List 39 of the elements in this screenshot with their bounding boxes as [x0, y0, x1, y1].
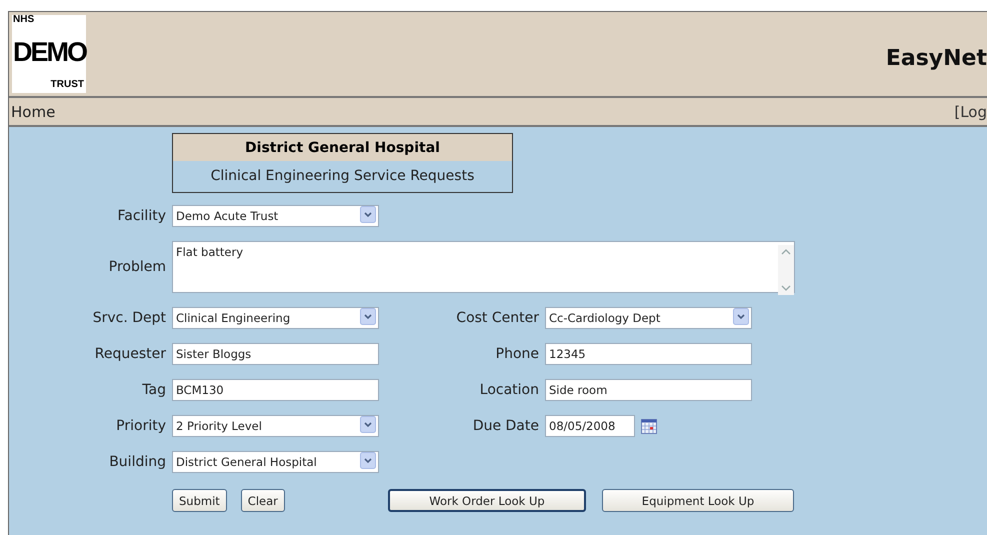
field-label: Problem: [108, 259, 166, 275]
hospital-name: District General Hospital: [173, 134, 512, 161]
home-link[interactable]: Home: [9, 102, 56, 120]
field-label: Due Date: [472, 418, 539, 434]
chevron-down-icon: [360, 308, 376, 328]
field-label: Location: [478, 382, 539, 398]
dropdown-field[interactable]: District General Hospital: [172, 451, 379, 473]
dropdown-field[interactable]: Clinical Engineering: [172, 307, 379, 329]
field-label: Phone: [494, 346, 539, 362]
form-subtitle: Clinical Engineering Service Requests: [210, 167, 476, 186]
field-label: Srvc. Dept: [92, 310, 166, 326]
field-label: Requester: [94, 346, 166, 362]
button[interactable]: Clear: [240, 489, 285, 512]
field-label: Priority: [115, 418, 166, 434]
button[interactable]: Equipment Look Up: [602, 489, 794, 512]
dropdown-field[interactable]: Cc-Cardiology Dept: [545, 307, 752, 329]
input-field[interactable]: Sister Bloggs: [172, 343, 379, 365]
button[interactable]: Work Order Look Up: [388, 489, 586, 512]
chevron-down-icon: [733, 308, 749, 328]
dropdown-field[interactable]: 2 Priority Level: [172, 415, 379, 437]
field-label: Cost Center: [455, 310, 539, 326]
dropdown-field[interactable]: Demo Acute Trust: [172, 205, 379, 227]
button[interactable]: Submit: [172, 489, 227, 512]
field-label: Building: [108, 454, 166, 470]
date-field[interactable]: 08/05/2008: [545, 415, 635, 437]
chevron-down-icon: [360, 452, 376, 472]
chevron-down-icon: [360, 206, 376, 226]
input-field[interactable]: BCM130: [172, 379, 379, 401]
chevron-down-icon: [360, 416, 376, 436]
field-label: Facility: [116, 208, 166, 224]
input-field[interactable]: 12345: [545, 343, 752, 365]
app-title: EasyNet: [886, 44, 987, 70]
calendar-icon[interactable]: [641, 418, 657, 434]
text-area[interactable]: Flat battery: [172, 241, 795, 293]
input-field[interactable]: Side room: [545, 379, 752, 401]
logo: NHS DEMO TRUST: [12, 15, 86, 93]
field-label: Tag: [141, 382, 166, 398]
scrollbar[interactable]: [778, 245, 794, 295]
logout-link[interactable]: [Log: [954, 102, 987, 120]
